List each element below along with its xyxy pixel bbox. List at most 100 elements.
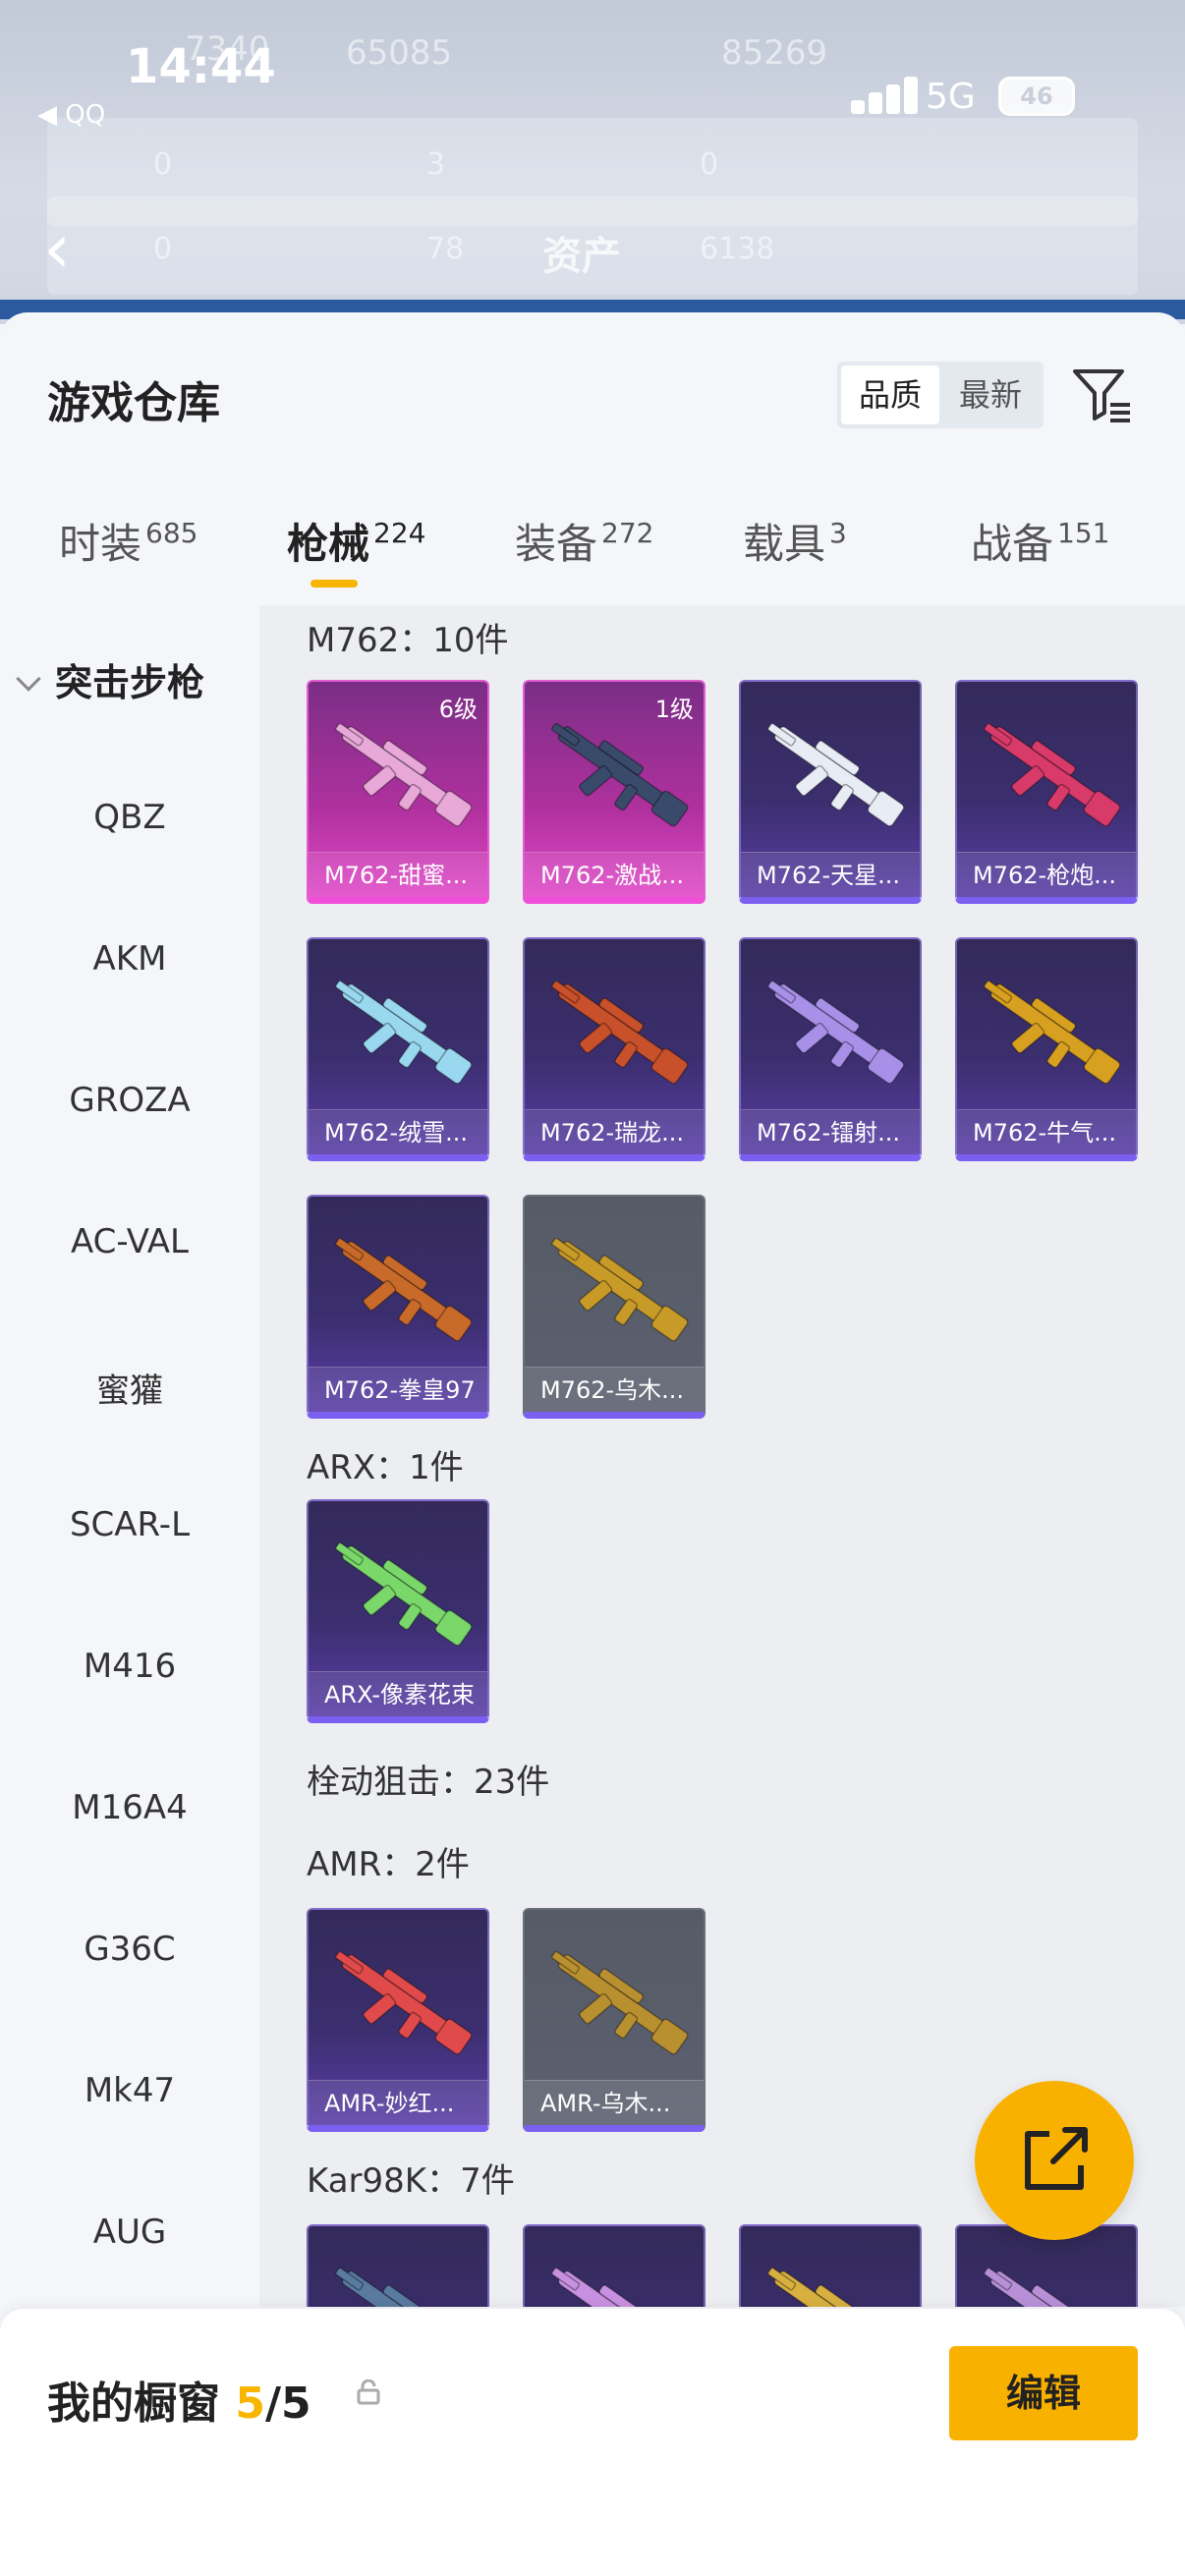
rifle-icon [767,2267,894,2307]
rifle-icon [551,1950,689,2055]
sidebar-item[interactable]: 蜜獾 [0,1364,259,1412]
group-title: Kar98K：7件 [307,2161,515,2201]
app-root: 7340 65085 85269 0 3 0 0 78 6138 14:44 ◀… [0,0,1185,2576]
sidebar-item[interactable]: M16A4 [0,1788,259,1827]
weapon-name: M762-天星... [741,852,920,897]
sidebar-item[interactable]: Mk47 [0,2071,259,2110]
status-time: 14:44 [126,39,276,94]
weapon-card[interactable]: M762-镭射... [739,937,922,1161]
faded-value: 65085 [346,33,453,73]
page-title: 资产 [542,234,621,279]
weapon-card[interactable] [523,2224,705,2307]
tab-label: 载具 [743,520,826,568]
weapon-name: M762-乌木... [525,1367,704,1412]
weapon-card[interactable]: M762-绒雪... [307,937,489,1161]
rifle-icon [767,980,905,1085]
weapon-name: M762-甜蜜... [309,852,487,897]
group-title: 栓动狙击：23件 [307,1763,550,1802]
rifle-icon [984,980,1121,1085]
weapon-name: M762-瑞龙... [525,1109,704,1154]
rifle-icon [984,722,1121,827]
sort-newest-button[interactable]: 最新 [941,365,1040,424]
sidebar-heading-label: 突击步枪 [55,661,205,704]
category-sidebar [0,605,259,2307]
weapon-name: M762-激战... [525,852,704,897]
network-type: 5G [926,77,976,117]
rifle-icon [551,1237,689,1342]
filter-icon[interactable] [1069,362,1134,426]
tab-guns[interactable]: 枪械 224 [287,511,425,571]
weapon-card[interactable]: M762-瑞龙... [523,937,705,1161]
faded-value: 0 [153,147,173,182]
faded-value: 78 [426,232,465,266]
tab-label: 时装 [59,520,142,568]
weapon-card[interactable]: ARX-像素花束 [307,1499,489,1723]
weapon-card[interactable]: M762-乌木... [523,1195,705,1419]
weapon-name: AMR-乌木... [525,2080,704,2125]
signal-icon [851,100,865,114]
rifle-icon [767,722,905,827]
tab-label: 装备 [515,520,598,568]
sidebar-heading[interactable]: 突击步枪 [16,652,205,706]
sort-toggle: 品质 最新 [837,362,1044,428]
weapon-name: M762-拳皇97 [309,1367,487,1412]
tab-count: 272 [601,517,654,549]
back-chevron-icon[interactable]: ‹ [43,214,71,283]
showcase-label: 我的橱窗 5/5 [47,2368,311,2431]
signal-icon [904,77,918,114]
faded-value: 0 [700,147,719,182]
rifle-icon [335,1950,473,2055]
tab-count: 151 [1057,517,1110,549]
showcase-total: /5 [264,2379,311,2429]
weapon-card[interactable]: M762-牛气... [955,937,1138,1161]
showcase-current: 5 [235,2379,265,2429]
battery-icon: 46 [998,77,1075,116]
faded-value: 3 [426,147,446,182]
showcase-title: 我的橱窗 [47,2379,220,2429]
weapon-card[interactable]: AMR-妙红... [307,1908,489,2132]
weapon-card[interactable] [307,2224,489,2307]
weapon-card[interactable]: M762-枪炮... [955,680,1138,904]
sidebar-item[interactable]: M416 [0,1647,259,1686]
share-button[interactable] [975,2081,1134,2240]
group-title: ARX：1件 [307,1448,464,1487]
level-badge: 1级 [654,696,694,723]
weapon-card[interactable]: 1级 M762-激战... [523,680,705,904]
warehouse-title: 游戏仓库 [47,378,220,428]
rifle-icon [335,1541,473,1647]
weapon-card[interactable] [739,2224,922,2307]
weapon-card[interactable]: M762-天星... [739,680,922,904]
sort-quality-button[interactable]: 品质 [841,365,939,424]
sidebar-item[interactable]: G36C [0,1930,259,1969]
edit-showcase-button[interactable]: 编辑 [949,2346,1138,2440]
weapon-card[interactable]: M762-拳皇97 [307,1195,489,1419]
tab-fashion[interactable]: 时装 685 [59,511,198,571]
tab-count: 3 [829,517,847,549]
rifle-icon [335,980,473,1085]
sidebar-item[interactable]: AUG [0,2212,259,2252]
sidebar-item[interactable]: QBZ [0,798,259,837]
tab-supplies[interactable]: 战备 151 [971,511,1109,571]
rifle-icon [551,980,689,1085]
tab-vehicles[interactable]: 载具 3 [743,511,847,571]
lock-icon [356,2379,381,2405]
faded-value: 6138 [700,232,775,266]
faded-value: 0 [153,232,173,266]
sidebar-item[interactable]: GROZA [0,1081,259,1120]
group-title: M762：10件 [307,621,509,660]
back-to-app-link[interactable]: ◀ QQ [37,100,105,130]
sidebar-item[interactable]: SCAR-L [0,1505,259,1544]
sidebar-item[interactable]: AKM [0,939,259,979]
chevron-down-icon [16,666,41,692]
rifle-icon [984,2267,1110,2307]
rifle-icon [335,1237,473,1342]
weapon-name: M762-镭射... [741,1109,920,1154]
sidebar-item[interactable]: AC-VAL [0,1222,259,1261]
weapon-card[interactable]: AMR-乌木... [523,1908,705,2132]
faded-value: 85269 [721,33,828,73]
weapon-name: M762-绒雪... [309,1109,487,1154]
tab-equipment[interactable]: 装备 272 [515,511,653,571]
tab-label: 枪械 [287,520,370,568]
group-title: AMR：2件 [307,1845,470,1884]
weapon-card[interactable]: 6级 M762-甜蜜... [307,680,489,904]
